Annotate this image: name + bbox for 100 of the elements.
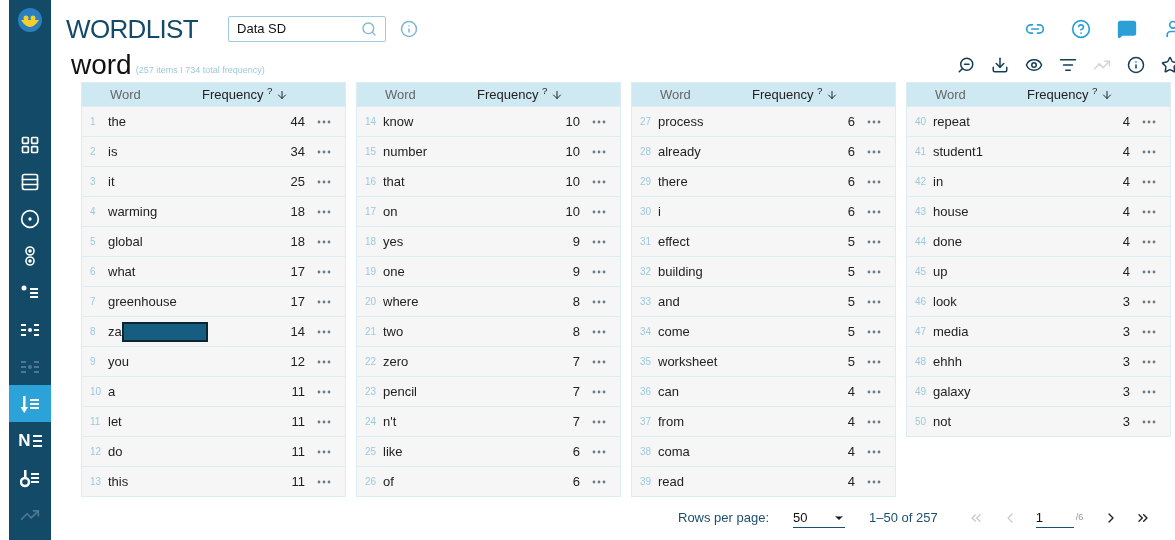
rank-number: 29 xyxy=(639,175,653,189)
more-icon[interactable] xyxy=(867,479,881,484)
more-icon[interactable] xyxy=(1142,119,1156,124)
more-icon[interactable] xyxy=(1142,179,1156,184)
more-icon[interactable] xyxy=(1142,329,1156,334)
column-header[interactable]: Frequency $^{?}$ xyxy=(752,84,823,105)
more-icon[interactable] xyxy=(592,359,606,364)
more-icon[interactable] xyxy=(317,239,331,244)
frequency-cell-text: 4 xyxy=(1122,262,1131,281)
frequency-cell-text: 11 xyxy=(291,382,306,401)
more-icon[interactable] xyxy=(592,479,606,484)
word-cell-text: like xyxy=(383,442,403,461)
feedback-icon[interactable] xyxy=(1117,19,1137,39)
sort-arrow-icon[interactable] xyxy=(826,88,839,101)
more-icon[interactable] xyxy=(592,239,606,244)
more-icon[interactable] xyxy=(317,479,331,484)
more-icon[interactable] xyxy=(592,299,606,304)
frequency-cell-text: 4 xyxy=(1122,142,1131,161)
more-icon[interactable] xyxy=(1142,389,1156,394)
more-icon[interactable] xyxy=(592,209,606,214)
column-header[interactable]: Frequency $^{?}$ xyxy=(202,84,273,105)
search-icon[interactable] xyxy=(361,21,378,37)
more-icon[interactable] xyxy=(867,179,881,184)
more-icon[interactable] xyxy=(592,419,606,424)
search-field[interactable]: Data SD xyxy=(228,16,387,42)
more-icon[interactable] xyxy=(317,389,331,394)
more-icon[interactable] xyxy=(867,329,881,334)
frequency-cell-text: 4 xyxy=(1122,172,1131,191)
more-icon[interactable] xyxy=(317,449,331,454)
more-icon[interactable] xyxy=(867,209,881,214)
more-icon[interactable] xyxy=(1142,239,1156,244)
more-icon[interactable] xyxy=(867,449,881,454)
column-header[interactable]: Frequency $^{?}$ xyxy=(477,84,548,105)
column-header[interactable]: Word xyxy=(907,84,1027,105)
more-icon[interactable] xyxy=(317,269,331,274)
more-icon[interactable] xyxy=(867,119,881,124)
more-icon[interactable] xyxy=(317,299,331,304)
column-header[interactable]: Word xyxy=(632,84,752,105)
sort-arrow-icon[interactable] xyxy=(276,88,289,101)
more-icon[interactable] xyxy=(1142,209,1156,214)
more-icon[interactable] xyxy=(867,359,881,364)
more-icon[interactable] xyxy=(592,119,606,124)
sidebar-tab[interactable]: N xyxy=(9,422,51,459)
more-icon[interactable] xyxy=(592,149,606,154)
more-icon[interactable] xyxy=(1142,269,1156,274)
more-icon[interactable] xyxy=(1142,419,1156,424)
page-field[interactable]: 1 xyxy=(1035,507,1074,529)
filter-icon[interactable] xyxy=(1059,56,1077,74)
more-icon[interactable] xyxy=(867,419,881,424)
frequency-cell-text: 5 xyxy=(847,352,856,371)
word-cell-text: of xyxy=(383,472,394,491)
star-icon[interactable] xyxy=(1161,56,1175,74)
rows-per-page-select[interactable]: 50 xyxy=(793,507,846,529)
cluster-icon xyxy=(20,358,40,375)
word-cell-text: pencil xyxy=(383,382,417,401)
download-icon[interactable] xyxy=(991,56,1009,74)
frequency-cell-text: 4 xyxy=(1122,112,1131,131)
more-icon[interactable] xyxy=(317,179,331,184)
rank-number: 20 xyxy=(364,295,378,309)
rank-number: 22 xyxy=(364,355,378,369)
column-header[interactable]: Frequency $^{?}$ xyxy=(1027,84,1098,105)
more-icon[interactable] xyxy=(1142,359,1156,364)
rank-number: 25 xyxy=(364,445,378,459)
rank-number: 34 xyxy=(639,325,653,339)
frequency-cell-text: 3 xyxy=(1122,322,1131,341)
eye-icon[interactable] xyxy=(1025,56,1043,74)
help-icon[interactable] xyxy=(1071,19,1091,39)
more-icon[interactable] xyxy=(592,329,606,334)
more-icon[interactable] xyxy=(317,119,331,124)
more-icon[interactable] xyxy=(592,269,606,274)
word-cell-text: where xyxy=(383,292,419,311)
more-icon[interactable] xyxy=(592,389,606,394)
rank-number: 15 xyxy=(364,145,378,159)
frequency-cell-text: 5 xyxy=(847,292,856,311)
more-icon[interactable] xyxy=(317,359,331,364)
word-cell-text: za xyxy=(108,322,122,341)
more-icon[interactable] xyxy=(867,299,881,304)
more-icon[interactable] xyxy=(867,239,881,244)
more-icon[interactable] xyxy=(1142,149,1156,154)
more-icon[interactable] xyxy=(317,419,331,424)
zoom-out-icon[interactable] xyxy=(957,56,975,74)
more-icon[interactable] xyxy=(592,449,606,454)
more-icon[interactable] xyxy=(592,179,606,184)
more-icon[interactable] xyxy=(317,149,331,154)
more-icon[interactable] xyxy=(867,269,881,274)
rank-number: 24 xyxy=(364,415,378,429)
sort-arrow-icon[interactable] xyxy=(551,88,564,101)
more-icon[interactable] xyxy=(1142,299,1156,304)
info-icon[interactable] xyxy=(1127,56,1145,74)
logo-icon xyxy=(18,8,42,32)
more-icon[interactable] xyxy=(867,149,881,154)
more-icon[interactable] xyxy=(317,329,331,334)
frequency-cell-text: 11 xyxy=(291,412,306,431)
word-cell-text: in xyxy=(933,172,944,191)
frequency-cell-text: 4 xyxy=(847,472,856,491)
more-icon[interactable] xyxy=(317,209,331,214)
column-header[interactable]: Word xyxy=(357,84,477,105)
sort-arrow-icon[interactable] xyxy=(1101,88,1114,101)
column-header[interactable]: Word xyxy=(82,84,202,105)
more-icon[interactable] xyxy=(867,389,881,394)
